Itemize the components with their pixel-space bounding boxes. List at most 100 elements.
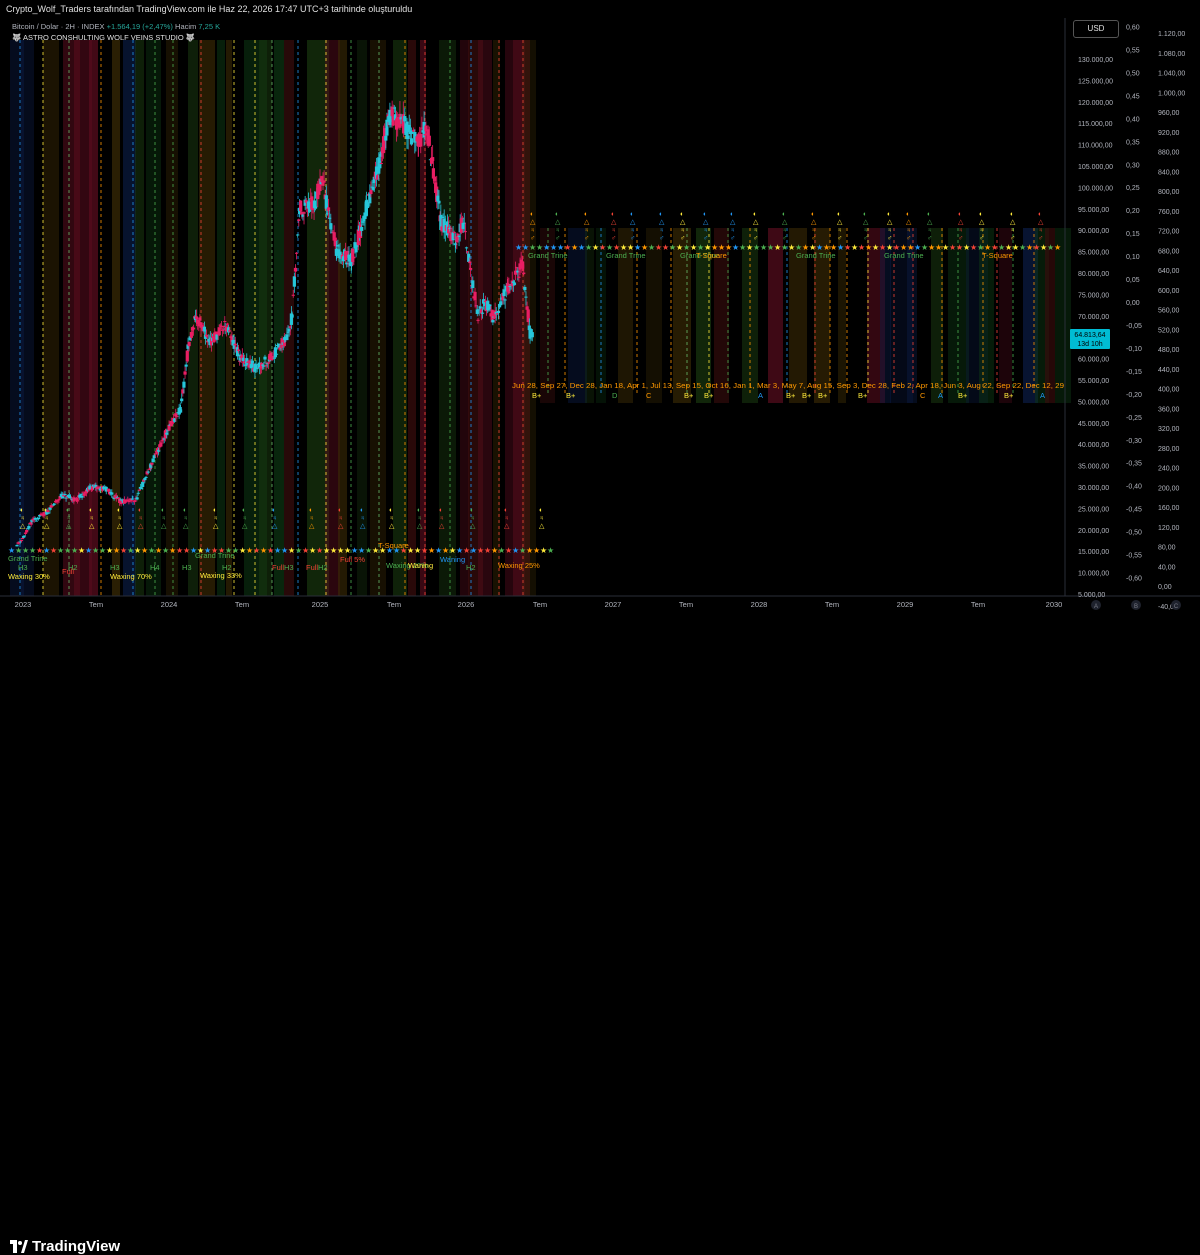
aspect-label: Waxing 25%: [498, 561, 540, 570]
house-code: H2: [318, 563, 328, 572]
glyph-marker: ◐: [360, 507, 364, 514]
glyph-marker: ♃: [439, 515, 444, 522]
band: [646, 228, 662, 403]
candle-body: [228, 330, 232, 332]
glyph-marker: ◐: [958, 211, 962, 218]
candle-body: [223, 321, 227, 323]
date-code: B+: [818, 391, 828, 400]
candle-body: [471, 280, 475, 289]
date-code: B+: [566, 391, 576, 400]
glyph-marker: ♃: [89, 515, 94, 522]
candle-body: [27, 526, 31, 529]
glyph-marker: ♃: [979, 227, 984, 234]
band: [166, 40, 178, 596]
glyph-marker: ◐: [470, 507, 474, 514]
attribution-bar: Crypto_Wolf_Traders tarafından TradingVi…: [0, 0, 1200, 18]
candle-body: [183, 371, 187, 375]
aspect-label: Grand Trine: [884, 251, 924, 260]
candle-body: [352, 256, 356, 259]
candle-body: [517, 276, 521, 278]
symbol-legend[interactable]: Bitcoin / Dolar · 2H · INDEX +1.564,19 (…: [12, 22, 220, 31]
glyph-marker: △: [630, 219, 636, 226]
candle-body: [322, 180, 326, 183]
y-tick-price: 75.000,00: [1078, 292, 1109, 299]
x-tick: 2025: [312, 600, 329, 609]
glyph-marker: ◐: [89, 507, 93, 514]
glyph-marker: ♃: [530, 227, 535, 234]
chart-canvas[interactable]: ★ ★ ★ ★ ★ ★ ★ ★ ★ ★ ★ ★ ★ ★ ★ ★ ★ ★ ★ ★ ★ ★ ★ ★ ★ ★ ★ ★ ★ ★ ★ ★ ★ ★ ★ ★ ★ ★ ★ ★…: [0, 0, 1200, 654]
indicator-legend[interactable]: 🐺 ASTRO CONSHULTING WOLF VEINS STUDIO 🐺: [12, 33, 195, 42]
glyph-marker: ◐: [66, 507, 70, 514]
date-code: A: [1040, 391, 1045, 400]
y-tick-indicator: 0,10: [1126, 254, 1140, 261]
currency-button[interactable]: USD: [1073, 20, 1119, 38]
y-tick-right: 320,00: [1158, 426, 1180, 433]
glyph-marker: △: [837, 219, 843, 226]
candle-body: [522, 272, 526, 275]
candle-body: [468, 267, 473, 270]
axis-mode-button-label: C: [1174, 604, 1179, 610]
glyph-marker: ◐: [161, 507, 165, 514]
candle-body: [205, 334, 209, 337]
band: [568, 228, 587, 403]
aspect-label: Waxing 30%: [8, 572, 50, 581]
x-tick: Tem: [235, 600, 249, 609]
y-tick-right: 680,00: [1158, 248, 1180, 255]
y-tick-price: 55.000,00: [1078, 378, 1109, 385]
glyph-marker: ◐: [730, 211, 734, 218]
glyph-marker: △: [887, 219, 893, 226]
y-tick-indicator: 0,35: [1126, 139, 1140, 146]
y-tick-indicator: -0,35: [1126, 461, 1142, 468]
x-tick: 2027: [605, 600, 622, 609]
glyph-marker: ◐: [213, 507, 217, 514]
glyph-marker: △: [906, 219, 912, 226]
y-tick-right: 160,00: [1158, 505, 1180, 512]
glyph-marker: △: [470, 523, 476, 530]
glyph-marker: ♃: [927, 227, 932, 234]
glyph-marker: ♃: [811, 227, 816, 234]
house-code: H3: [18, 563, 28, 572]
house-code: H4: [150, 563, 160, 572]
band: [123, 40, 136, 596]
y-tick-price: 130.000,00: [1078, 57, 1113, 64]
y-tick-price: 50.000,00: [1078, 399, 1109, 406]
candle-body: [419, 133, 423, 147]
candle-body: [360, 226, 364, 231]
date-code: B+: [858, 391, 868, 400]
glyph-marker: ♃: [66, 515, 71, 522]
glyph-marker: △: [213, 523, 219, 530]
glyph-marker: △: [611, 219, 617, 226]
candle-body: [406, 135, 410, 139]
glyph-marker: △: [89, 523, 95, 530]
candle-body: [150, 463, 154, 465]
y-tick-price: 15.000,00: [1078, 549, 1109, 556]
glyph-marker: ◐: [837, 211, 841, 218]
glyph-marker: ◐: [439, 507, 443, 514]
glyph-marker: ◐: [630, 211, 634, 218]
glyph-marker: ◐: [417, 507, 421, 514]
glyph-marker: △: [417, 523, 423, 530]
glyph-marker: ♂: [958, 235, 963, 242]
glyph-marker: ◐: [389, 507, 393, 514]
aspect-label: Waxing 70%: [110, 572, 152, 581]
glyph-marker: ♃: [753, 227, 758, 234]
y-tick-right: 1.120,00: [1158, 31, 1185, 38]
aspect-label: Grand Trine: [528, 251, 568, 260]
y-tick-price: 85.000,00: [1078, 250, 1109, 257]
tradingview-brand[interactable]: TradingView: [32, 1238, 120, 1255]
y-tick-price: 60.000,00: [1078, 357, 1109, 364]
x-tick: Tem: [89, 600, 103, 609]
star-marker: ★: [1054, 243, 1061, 252]
candle-body: [512, 282, 517, 286]
y-tick-indicator: -0,60: [1126, 576, 1142, 583]
candle-body: [82, 493, 86, 496]
candle-body: [34, 520, 38, 522]
candle-body: [135, 497, 139, 500]
glyph-marker: △: [659, 219, 665, 226]
attribution-text: Crypto_Wolf_Traders tarafından TradingVi…: [6, 4, 413, 14]
y-tick-indicator: 0,00: [1126, 300, 1140, 307]
y-tick-right: 240,00: [1158, 466, 1180, 473]
band: [931, 228, 943, 403]
glyph-marker: △: [539, 523, 545, 530]
glyph-marker: ♂: [863, 235, 868, 242]
